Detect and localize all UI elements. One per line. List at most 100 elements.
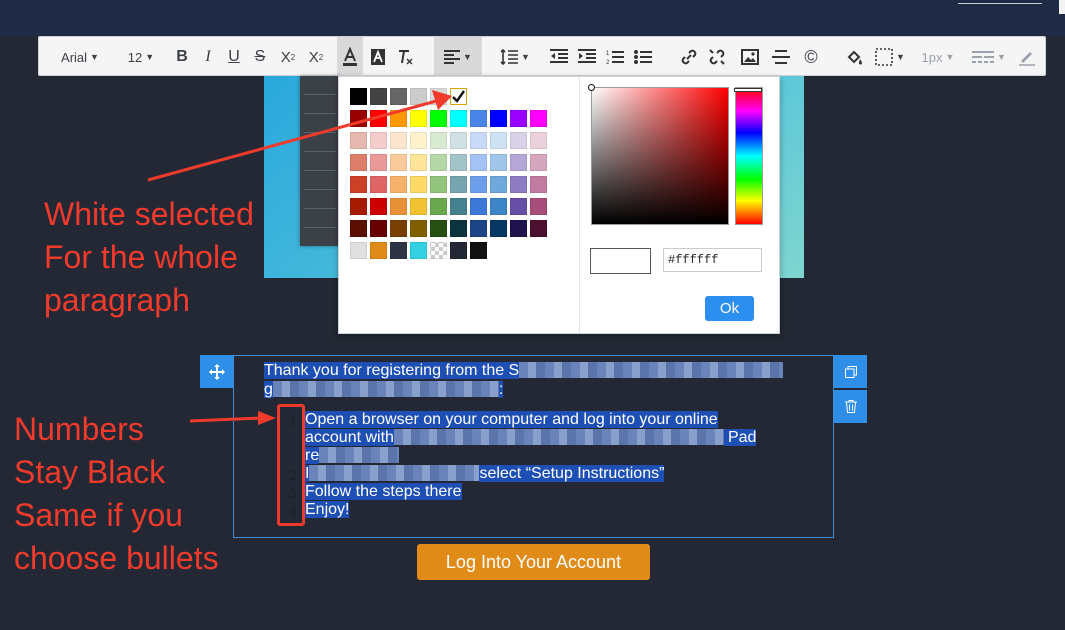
color-swatch[interactable] (410, 198, 427, 215)
color-swatch[interactable] (510, 176, 527, 193)
copyright-icon[interactable]: © (799, 37, 823, 77)
color-swatch[interactable] (450, 132, 467, 149)
color-swatch[interactable] (490, 198, 507, 215)
color-swatch[interactable] (350, 220, 367, 237)
color-swatch[interactable] (470, 198, 487, 215)
color-swatch[interactable] (490, 110, 507, 127)
color-swatch[interactable] (430, 132, 447, 149)
color-swatch[interactable] (530, 176, 547, 193)
pen-icon[interactable] (1015, 37, 1039, 77)
superscript-icon[interactable]: X2 (303, 37, 329, 77)
color-swatch[interactable] (390, 132, 407, 149)
color-swatch[interactable] (370, 88, 387, 105)
underline-icon[interactable]: U (223, 37, 245, 77)
bold-icon[interactable]: B (171, 37, 193, 77)
color-swatch[interactable] (370, 220, 387, 237)
color-swatch[interactable] (410, 176, 427, 193)
color-swatch[interactable] (350, 242, 367, 259)
unlink-icon[interactable] (705, 37, 729, 77)
background-color-icon[interactable] (365, 37, 391, 77)
color-swatch[interactable] (370, 176, 387, 193)
scrollbar-edge[interactable] (1059, 0, 1065, 14)
color-swatch[interactable] (530, 154, 547, 171)
link-icon[interactable] (677, 37, 701, 77)
color-swatch[interactable] (350, 198, 367, 215)
horizontal-rule-icon[interactable] (769, 37, 793, 77)
color-swatch[interactable] (430, 88, 447, 105)
border-line-dropdown[interactable]: ▼ (969, 37, 1009, 77)
color-swatch[interactable] (490, 132, 507, 149)
clear-format-icon[interactable] (393, 37, 419, 77)
color-swatch[interactable] (410, 132, 427, 149)
color-swatch[interactable] (450, 88, 467, 105)
color-swatch[interactable] (470, 154, 487, 171)
color-swatch[interactable] (470, 132, 487, 149)
color-swatch[interactable] (510, 220, 527, 237)
hex-input[interactable]: #ffffff (663, 248, 762, 272)
color-swatch[interactable] (490, 154, 507, 171)
color-swatch[interactable] (430, 154, 447, 171)
color-swatch[interactable] (410, 242, 427, 259)
font-size-dropdown[interactable]: 12 ▼ (123, 37, 159, 77)
border-width-dropdown[interactable]: 1px ▼ (919, 37, 957, 77)
line-height-dropdown[interactable]: ▼ (495, 37, 535, 77)
color-swatch[interactable] (470, 110, 487, 127)
color-swatch[interactable] (370, 132, 387, 149)
color-swatch[interactable] (410, 88, 427, 105)
font-family-dropdown[interactable]: Arial ▼ (51, 37, 109, 77)
color-swatch[interactable] (470, 176, 487, 193)
color-swatch[interactable] (350, 132, 367, 149)
color-swatch[interactable] (530, 220, 547, 237)
color-swatch[interactable] (530, 132, 547, 149)
color-swatch[interactable] (450, 242, 467, 259)
color-swatch[interactable] (530, 198, 547, 215)
color-swatch[interactable] (470, 220, 487, 237)
saturation-gradient[interactable] (588, 84, 729, 225)
color-swatch[interactable] (430, 198, 447, 215)
color-swatch[interactable] (430, 242, 447, 259)
color-swatch[interactable] (430, 176, 447, 193)
color-swatch[interactable] (370, 242, 387, 259)
move-handle-icon[interactable] (200, 355, 233, 388)
color-swatch[interactable] (350, 88, 367, 105)
color-swatch[interactable] (350, 154, 367, 171)
color-swatch[interactable] (390, 88, 407, 105)
color-swatch[interactable] (510, 132, 527, 149)
color-swatch[interactable] (410, 110, 427, 127)
color-swatch[interactable] (450, 176, 467, 193)
fill-color-icon[interactable] (843, 37, 867, 77)
color-swatch[interactable] (450, 154, 467, 171)
color-swatch[interactable] (410, 154, 427, 171)
strikethrough-icon[interactable]: S (249, 37, 271, 77)
subscript-icon[interactable]: X2 (275, 37, 301, 77)
color-swatch[interactable] (370, 198, 387, 215)
color-swatch[interactable] (430, 110, 447, 127)
color-swatch[interactable] (510, 198, 527, 215)
color-swatch[interactable] (450, 110, 467, 127)
numbered-list-icon[interactable]: 12 (603, 37, 627, 77)
color-swatch[interactable] (350, 176, 367, 193)
color-swatch[interactable] (510, 154, 527, 171)
color-swatch[interactable] (450, 220, 467, 237)
color-swatch[interactable] (490, 176, 507, 193)
image-icon[interactable] (738, 37, 762, 77)
color-swatch[interactable] (470, 242, 487, 259)
text-color-icon[interactable] (337, 37, 363, 77)
italic-icon[interactable]: I (197, 37, 219, 77)
gradient-cursor[interactable] (588, 84, 595, 91)
color-swatch[interactable] (390, 110, 407, 127)
indent-icon[interactable] (575, 37, 599, 77)
color-swatch[interactable] (350, 110, 367, 127)
outdent-icon[interactable] (547, 37, 571, 77)
color-swatch[interactable] (390, 198, 407, 215)
color-swatch[interactable] (390, 154, 407, 171)
hue-slider[interactable] (734, 87, 763, 225)
bullet-list-icon[interactable] (631, 37, 655, 77)
align-dropdown[interactable]: ▼ (434, 37, 482, 77)
color-swatch[interactable] (490, 220, 507, 237)
color-swatch[interactable] (510, 110, 527, 127)
border-style-dropdown[interactable]: ▼ (873, 37, 907, 77)
hue-slider-handle[interactable] (734, 88, 762, 92)
color-swatch[interactable] (410, 220, 427, 237)
color-swatch[interactable] (370, 154, 387, 171)
